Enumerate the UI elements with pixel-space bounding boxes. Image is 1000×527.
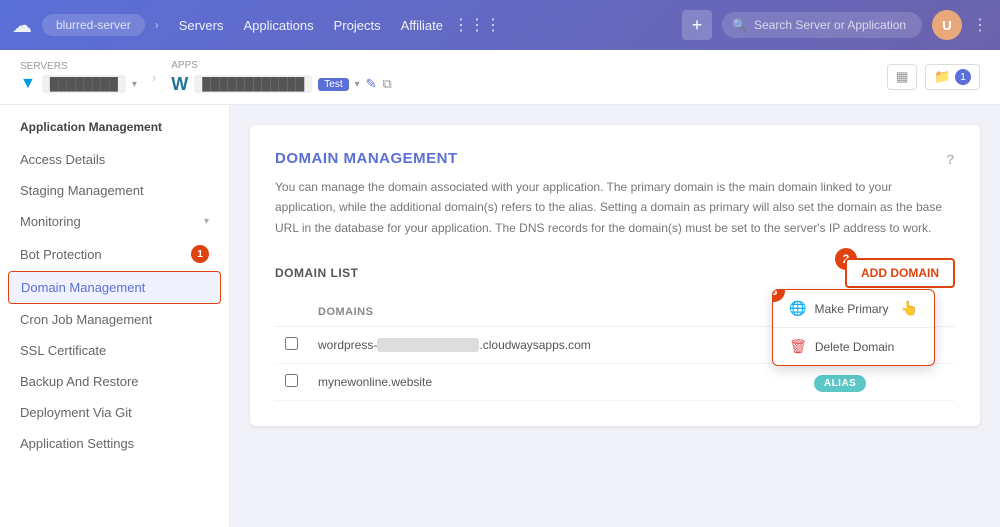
domain-management-label: Domain Management bbox=[21, 280, 145, 295]
ssl-label: SSL Certificate bbox=[20, 343, 106, 358]
domain-management-title: DOMAIN MANAGEMENT bbox=[275, 150, 458, 167]
sidebar-item-deployment[interactable]: Deployment Via Git bbox=[0, 397, 229, 428]
nav-applications[interactable]: Applications bbox=[244, 18, 314, 33]
test-badge: Test bbox=[318, 78, 348, 91]
sidebar-item-ssl[interactable]: SSL Certificate bbox=[0, 335, 229, 366]
app-name: ████████████ bbox=[194, 75, 312, 93]
row1-checkbox[interactable] bbox=[285, 337, 298, 350]
delete-domain-label: Delete Domain bbox=[815, 340, 894, 354]
logo: ☁ bbox=[12, 13, 32, 38]
bot-protection-badge: 1 bbox=[191, 245, 209, 263]
row1-domain: wordpress-████████████.cloudwaysapps.com bbox=[308, 327, 804, 364]
apps-section: Apps W ████████████ Test ▾ ✎ ⧉ bbox=[171, 60, 392, 95]
domain-blur: ████████████ bbox=[377, 338, 479, 352]
sidebar-item-monitoring[interactable]: Monitoring ▾ bbox=[0, 206, 229, 237]
apps-label: Apps bbox=[171, 60, 392, 71]
app-settings-label: Application Settings bbox=[20, 436, 134, 451]
section-title: DOMAIN MANAGEMENT ? bbox=[275, 150, 955, 167]
checkbox-col-header bbox=[275, 298, 308, 327]
top-navigation: ☁ blurred-server › Servers Applications … bbox=[0, 0, 1000, 50]
table-wrapper: DOMAINS TYPE wordpress-████████████.clou… bbox=[275, 298, 955, 401]
server-chevron-icon[interactable]: ▾ bbox=[132, 79, 137, 90]
alias-badge: ALIAS bbox=[814, 375, 867, 392]
add-domain-wrapper: 2 ADD DOMAIN bbox=[845, 258, 955, 288]
vultr-icon: ▼ bbox=[20, 75, 36, 93]
avatar[interactable]: U bbox=[932, 10, 962, 40]
search-input[interactable] bbox=[722, 12, 922, 38]
access-details-label: Access Details bbox=[20, 152, 105, 167]
sidebar-heading: Application Management bbox=[0, 120, 229, 144]
nav-arrow-icon: › bbox=[155, 18, 159, 32]
sidebar-item-app-settings[interactable]: Application Settings bbox=[0, 428, 229, 459]
table-icon: ▦ bbox=[896, 69, 909, 85]
server-value: ▼ ████████ ▾ bbox=[20, 75, 137, 93]
more-options-icon[interactable]: ⋮ bbox=[972, 15, 988, 35]
nav-servers[interactable]: Servers bbox=[179, 18, 224, 33]
search-wrapper: 🔍 bbox=[722, 12, 922, 38]
add-domain-button[interactable]: ADD DOMAIN bbox=[845, 258, 955, 288]
content-area: DOMAIN MANAGEMENT ? You can manage the d… bbox=[230, 105, 1000, 527]
row2-checkbox[interactable] bbox=[285, 374, 298, 387]
cursor-icon: 👆 bbox=[901, 300, 918, 317]
row1-checkbox-cell bbox=[275, 327, 308, 364]
table-view-button[interactable]: ▦ bbox=[887, 64, 918, 90]
folder-count-badge: 1 bbox=[955, 69, 971, 85]
server-breadcrumb[interactable]: blurred-server bbox=[42, 14, 145, 36]
section-description: You can manage the domain associated wit… bbox=[275, 177, 955, 238]
make-primary-menu-item[interactable]: 🌐 Make Primary 👆 bbox=[773, 290, 934, 327]
server-name: ████████ bbox=[42, 75, 126, 93]
monitoring-chevron-icon: ▾ bbox=[204, 216, 209, 227]
staging-label: Staging Management bbox=[20, 183, 144, 198]
sidebar-item-cron-job[interactable]: Cron Job Management bbox=[0, 304, 229, 335]
cron-job-label: Cron Job Management bbox=[20, 312, 152, 327]
bot-protection-label: Bot Protection bbox=[20, 247, 102, 262]
sidebar-item-backup[interactable]: Backup And Restore bbox=[0, 366, 229, 397]
edit-icon[interactable]: ✎ bbox=[366, 76, 377, 92]
sidebar: Application Management Access Details St… bbox=[0, 105, 230, 527]
make-primary-label: Make Primary bbox=[815, 302, 889, 316]
grid-icon[interactable]: ⋮⋮⋮ bbox=[453, 15, 501, 35]
external-link-icon[interactable]: ⧉ bbox=[383, 76, 392, 92]
delete-domain-menu-item[interactable]: 🗑 Delete Domain bbox=[773, 328, 934, 365]
breadcrumb-divider: › bbox=[152, 70, 156, 85]
app-value: W ████████████ Test ▾ ✎ ⧉ bbox=[171, 74, 392, 95]
sub-navigation: Servers ▼ ████████ ▾ › Apps W ██████████… bbox=[0, 50, 1000, 105]
nav-projects[interactable]: Projects bbox=[334, 18, 381, 33]
nav-affiliate[interactable]: Affiliate bbox=[401, 18, 443, 33]
domain-list-title: DOMAIN LIST bbox=[275, 266, 359, 280]
sidebar-item-domain-management[interactable]: Domain Management bbox=[8, 271, 221, 304]
sidebar-item-staging[interactable]: Staging Management bbox=[0, 175, 229, 206]
servers-label: Servers bbox=[20, 61, 137, 72]
domains-col-header: DOMAINS bbox=[308, 298, 804, 327]
globe-icon: 🌐 bbox=[789, 300, 806, 317]
servers-section: Servers ▼ ████████ ▾ bbox=[20, 61, 137, 93]
row2-checkbox-cell bbox=[275, 364, 308, 401]
backup-label: Backup And Restore bbox=[20, 374, 139, 389]
cloud-icon: ☁ bbox=[12, 13, 32, 38]
deployment-label: Deployment Via Git bbox=[20, 405, 132, 420]
add-button[interactable]: + bbox=[682, 10, 712, 40]
folder-icon: 📁 bbox=[934, 69, 951, 85]
row2-type: ALIAS bbox=[804, 364, 955, 401]
sidebar-item-bot-protection[interactable]: Bot Protection 1 bbox=[0, 237, 229, 271]
main-content: Application Management Access Details St… bbox=[0, 105, 1000, 527]
table-row: mynewonline.website ALIAS bbox=[275, 364, 955, 401]
sidebar-item-access-details[interactable]: Access Details bbox=[0, 144, 229, 175]
app-chevron-icon[interactable]: ▾ bbox=[355, 79, 360, 90]
trash-icon: 🗑 bbox=[789, 338, 807, 355]
domain-management-card: DOMAIN MANAGEMENT ? You can manage the d… bbox=[250, 125, 980, 426]
help-icon[interactable]: ? bbox=[946, 151, 955, 167]
monitoring-label: Monitoring bbox=[20, 214, 81, 229]
folder-view-button[interactable]: 📁 1 bbox=[925, 64, 980, 90]
view-icons: ▦ 📁 1 bbox=[887, 64, 980, 90]
domain-list-header: DOMAIN LIST 2 ADD DOMAIN bbox=[275, 258, 955, 288]
wordpress-icon: W bbox=[171, 74, 188, 95]
nav-links: Servers Applications Projects Affiliate bbox=[179, 18, 443, 33]
context-menu: 3 🌐 Make Primary 👆 🗑 Delete Domain bbox=[772, 289, 935, 366]
row2-domain: mynewonline.website bbox=[308, 364, 804, 401]
